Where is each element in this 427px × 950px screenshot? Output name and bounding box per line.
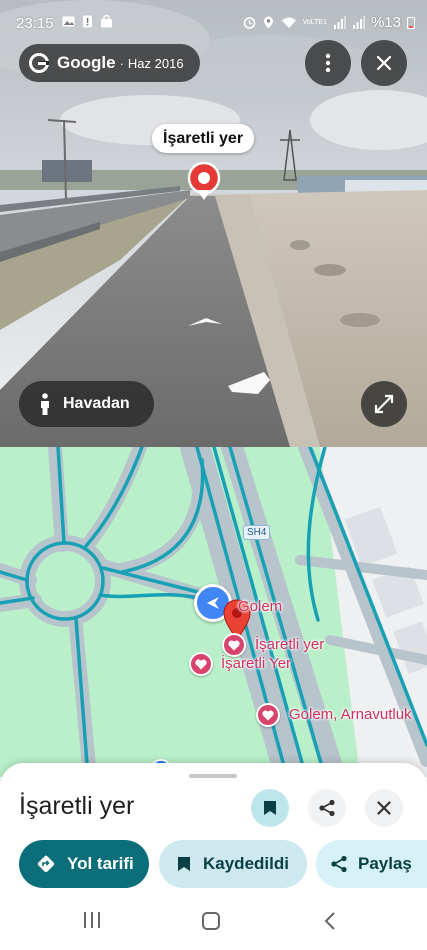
more-vert-icon — [325, 53, 331, 73]
directions-label: Yol tarifi — [67, 854, 134, 873]
google-brand: Google — [57, 53, 116, 72]
status-bar: 23:15 VoLTE1 %13 — [0, 0, 427, 46]
close-icon — [376, 55, 392, 71]
capture-date: Haz 2016 — [127, 55, 184, 71]
heart-icon — [195, 659, 207, 669]
back-icon[interactable] — [323, 911, 337, 931]
street-view-panel[interactable]: 23:15 VoLTE1 %13 Google · Haz 2016 İşare… — [0, 0, 427, 447]
battery-icon — [407, 17, 415, 29]
map-label-saved-place[interactable]: İşaretli yer — [255, 636, 324, 653]
google-date-pill[interactable]: Google · Haz 2016 — [19, 44, 200, 82]
heart-icon — [228, 640, 240, 650]
place-title: İşaretli yer — [19, 792, 135, 820]
shopping-bag-icon — [101, 15, 112, 28]
volte-label: VoLTE1 — [302, 19, 327, 26]
close-street-view-button[interactable] — [361, 40, 407, 86]
saved-heart-marker-1[interactable] — [222, 633, 246, 657]
heart-icon — [262, 710, 274, 720]
fullscreen-icon — [374, 394, 394, 414]
battery-level: %13 — [370, 14, 401, 31]
more-options-button[interactable] — [305, 40, 351, 86]
alarm-icon — [243, 17, 255, 29]
directions-button[interactable]: Yol tarifi — [19, 840, 149, 888]
directions-icon — [37, 855, 55, 873]
bookmark-icon — [264, 801, 276, 815]
saved-heart-marker-2[interactable] — [189, 652, 213, 676]
map-label-golem[interactable]: Golem — [238, 598, 282, 615]
saved-heart-marker-3[interactable] — [256, 703, 280, 727]
aerial-view-button[interactable]: Havadan — [19, 381, 154, 427]
navigation-arrow-icon — [207, 597, 219, 609]
home-icon[interactable] — [201, 911, 221, 931]
wifi-icon — [281, 17, 296, 28]
saved-bookmark-button[interactable] — [251, 789, 289, 827]
google-g-icon — [29, 53, 49, 73]
saved-label: Kaydedildi — [203, 854, 289, 873]
system-nav-bar — [0, 894, 427, 950]
share-button[interactable]: Paylaş — [316, 840, 427, 888]
bookmark-filled-icon — [178, 857, 190, 871]
share-label: Paylaş — [358, 854, 412, 873]
alert-icon — [83, 15, 92, 28]
road-shield-sh4: SH4 — [243, 525, 271, 540]
map-label-saved-place-2[interactable]: İşaretli Yer — [221, 655, 291, 672]
status-time: 23:15 — [16, 15, 54, 32]
signal-icon-1 — [333, 16, 346, 29]
share-icon — [319, 799, 335, 817]
person-icon — [41, 393, 49, 415]
place-bottom-sheet[interactable]: İşaretli yer Yol tarifi Kaydedildi Payla… — [0, 763, 427, 950]
recent-apps-icon[interactable] — [82, 911, 102, 929]
close-sheet-button[interactable] — [365, 789, 403, 827]
street-view-marker-label[interactable]: İşaretli yer — [152, 124, 255, 153]
close-icon — [377, 801, 391, 815]
location-icon — [263, 16, 273, 29]
aerial-view-label: Havadan — [63, 395, 130, 412]
signal-icon-2 — [352, 16, 365, 29]
map-label-golem-city[interactable]: Golem, Arnavutluk — [289, 706, 412, 723]
map-view[interactable]: SH4 Golem İşaretli yer İşaretli Yer Gole… — [0, 447, 427, 777]
fullscreen-button[interactable] — [361, 381, 407, 427]
gallery-icon — [62, 16, 75, 27]
drag-handle[interactable] — [189, 774, 237, 778]
pin-icon[interactable] — [186, 162, 222, 202]
share-icon-button[interactable] — [308, 789, 346, 827]
saved-button[interactable]: Kaydedildi — [159, 840, 307, 888]
share-icon — [331, 855, 347, 873]
